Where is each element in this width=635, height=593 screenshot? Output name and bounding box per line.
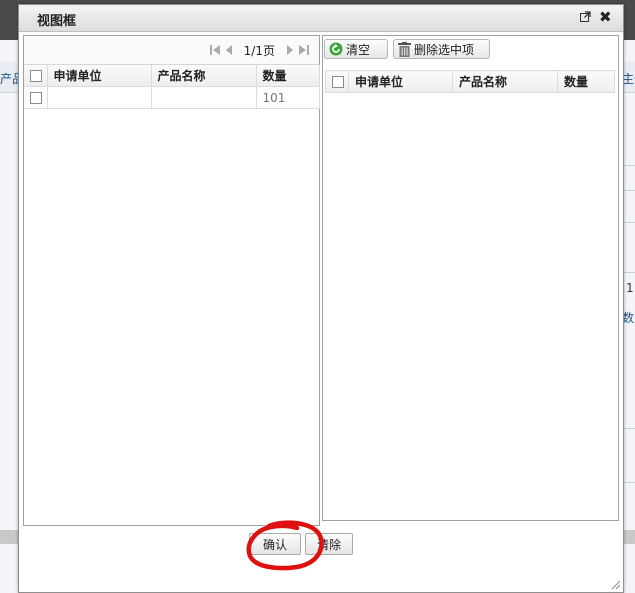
delete-selected-button[interactable]: 删除选中项 (393, 39, 490, 59)
table-cell: 101 (256, 86, 320, 109)
column-header[interactable]: 数量 (256, 65, 320, 87)
table-header-row: 申请单位 产品名称 数量 (24, 65, 320, 87)
annotation-circle (246, 520, 324, 571)
select-all-checkbox[interactable] (332, 76, 344, 88)
clear-all-button[interactable]: 清空 (324, 39, 388, 59)
next-page-icon[interactable] (285, 45, 295, 55)
selected-toolbar: 清空 删除选中项 (323, 36, 618, 64)
first-page-icon[interactable] (209, 45, 220, 55)
row-checkbox[interactable] (30, 92, 42, 104)
view-dialog: 视图框 ✖ 1/1页 申请单位 产品名称 数量 101 清空 删除选中项 申请单… (18, 4, 624, 593)
column-header[interactable]: 产品名称 (452, 70, 558, 93)
delete-selected-label: 删除选中项 (414, 42, 475, 57)
select-all-checkbox[interactable] (30, 70, 42, 82)
source-toolbar: 1/1页 (24, 36, 319, 65)
source-table: 申请单位 产品名称 数量 101 (24, 65, 320, 109)
table-header-row: 申请单位 产品名称 数量 (325, 70, 615, 93)
selected-table: 申请单位 产品名称 数量 (325, 70, 615, 93)
refresh-icon (329, 42, 343, 56)
prev-page-icon[interactable] (224, 45, 234, 55)
source-panel: 1/1页 申请单位 产品名称 数量 101 (23, 35, 320, 526)
select-all-cell[interactable] (325, 70, 349, 93)
column-header[interactable]: 申请单位 (47, 65, 152, 87)
row-checkbox-cell[interactable] (24, 86, 48, 109)
page-info: 1/1页 (243, 43, 275, 58)
dialog-title: 视图框 (37, 14, 77, 29)
close-icon[interactable]: ✖ (599, 8, 612, 26)
table-row[interactable]: 101 (24, 86, 320, 109)
table-cell (151, 86, 257, 109)
trash-icon (398, 41, 411, 57)
table-cell (47, 86, 152, 109)
selected-panel: 清空 删除选中项 申请单位 产品名称 数量 (322, 35, 619, 521)
column-header[interactable]: 数量 (557, 70, 615, 93)
column-header[interactable]: 申请单位 (348, 70, 453, 93)
last-page-icon[interactable] (299, 45, 309, 55)
resize-grip-icon[interactable] (609, 578, 621, 590)
pager: 1/1页 (209, 42, 309, 58)
popout-icon[interactable] (580, 11, 591, 22)
background-text-right-2: 1 (626, 281, 634, 295)
clear-all-label: 清空 (346, 42, 371, 57)
dialog-titlebar[interactable]: 视图框 ✖ (19, 5, 623, 32)
select-all-cell[interactable] (24, 65, 48, 87)
column-header[interactable]: 产品名称 (151, 65, 257, 87)
